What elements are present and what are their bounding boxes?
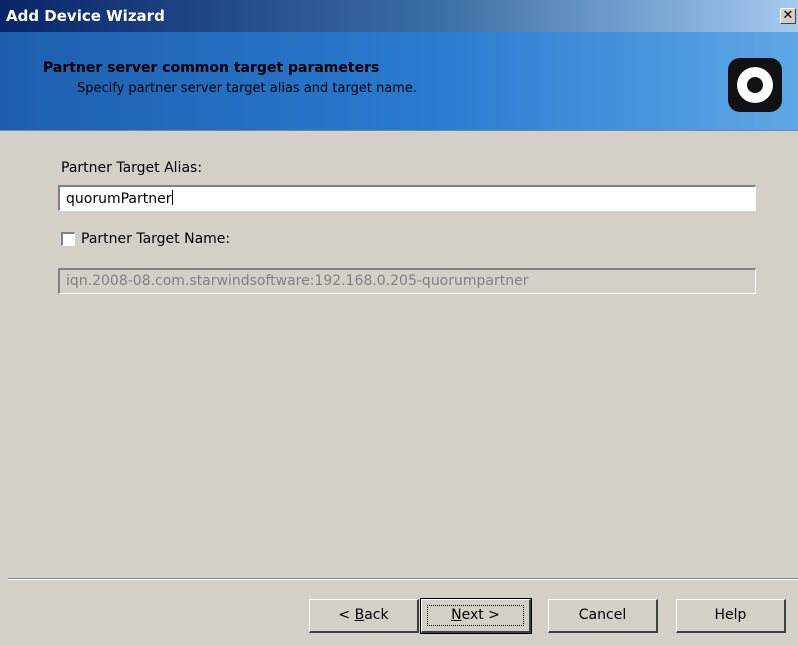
close-button[interactable]: ✕	[780, 8, 796, 24]
alias-input[interactable]: quorumPartner	[58, 185, 756, 211]
target-name-label[interactable]: Partner Target Name:	[81, 231, 230, 247]
footer-separator	[8, 578, 798, 580]
back-button[interactable]: < Back	[309, 599, 419, 633]
target-name-input-value: iqn.2008-08.com.starwindsoftware:192.168…	[66, 273, 529, 289]
alias-input-value: quorumPartner	[66, 191, 172, 207]
title-bar[interactable]: Add Device Wizard ✕	[0, 0, 798, 32]
next-button[interactable]: Next >	[420, 598, 532, 634]
close-icon: ✕	[782, 8, 794, 23]
page-subtitle: Specify partner server target alias and …	[77, 81, 418, 96]
wizard-window: Add Device Wizard ✕ Partner server commo…	[0, 0, 798, 646]
window-title: Add Device Wizard	[6, 7, 165, 25]
starwind-logo-icon	[728, 58, 782, 112]
cancel-button[interactable]: Cancel	[548, 599, 658, 633]
target-name-input: iqn.2008-08.com.starwindsoftware:192.168…	[58, 268, 756, 294]
help-button[interactable]: Help	[676, 599, 786, 633]
page-title: Partner server common target parameters	[43, 60, 380, 76]
target-name-checkbox[interactable]	[61, 232, 75, 246]
focus-rect	[427, 605, 524, 626]
alias-label: Partner Target Alias:	[61, 160, 203, 176]
text-caret	[172, 190, 174, 205]
